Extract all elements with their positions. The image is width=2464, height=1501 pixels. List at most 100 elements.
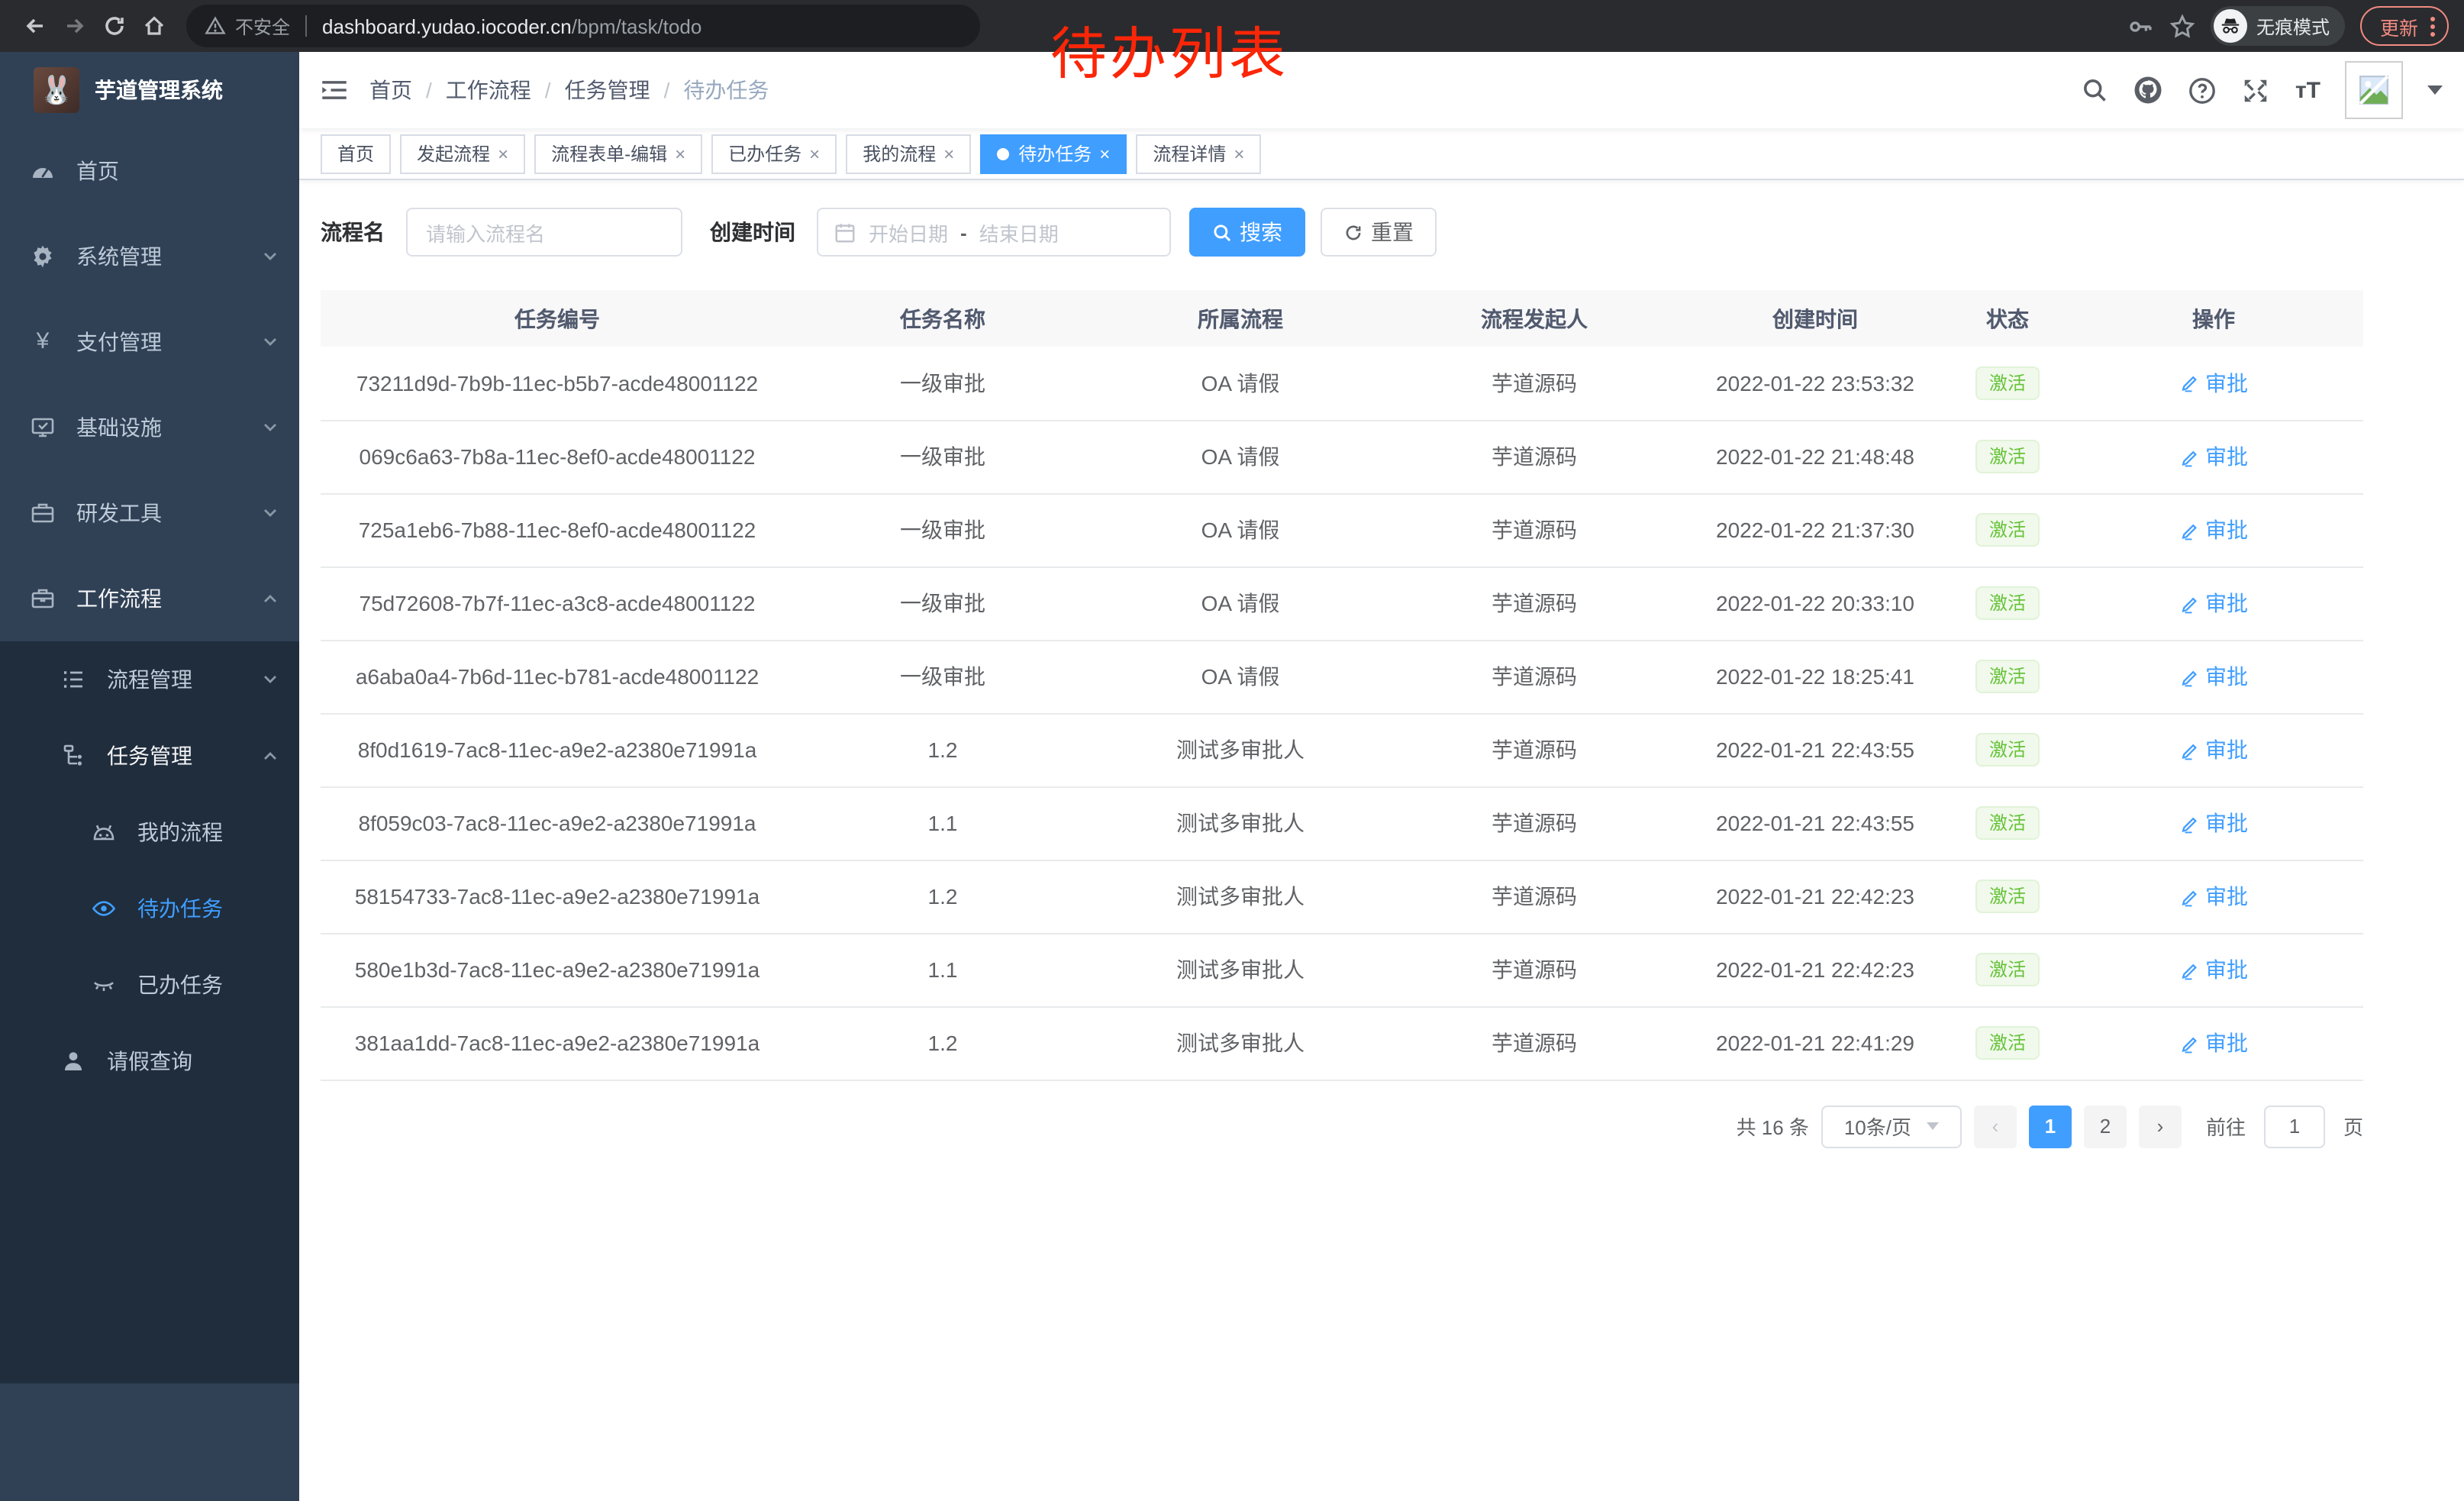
cell-process: OA 请假: [1092, 567, 1389, 640]
cell-initiator: 芋道源码: [1389, 493, 1679, 567]
table-row: 8f0d1619-7ac8-11ec-a9e2-a2380e71991a1.2测…: [321, 713, 2363, 786]
sidebar-item-home[interactable]: 首页: [0, 128, 299, 214]
app-logo: 🐰: [34, 67, 79, 113]
tab-close-icon[interactable]: ×: [1099, 143, 1110, 164]
cell-task-name: 一级审批: [794, 493, 1092, 567]
breadcrumb-item[interactable]: 任务管理: [565, 75, 650, 105]
closed-eye-icon: [92, 973, 116, 997]
approve-link[interactable]: 审批: [2179, 881, 2248, 912]
prev-page-button[interactable]: ‹: [1974, 1105, 2017, 1148]
approve-link[interactable]: 审批: [2179, 1028, 2248, 1058]
table-row: 580e1b3d-7ac8-11ec-a9e2-a2380e71991a1.1测…: [321, 933, 2363, 1006]
approve-link[interactable]: 审批: [2179, 368, 2248, 399]
search-icon[interactable]: [2082, 76, 2109, 104]
home-icon[interactable]: [134, 6, 174, 46]
sidebar-item-payment[interactable]: ¥ 支付管理: [0, 299, 299, 385]
tab-5[interactable]: 我的流程×: [846, 134, 971, 173]
cell-actions: 审批: [2064, 493, 2363, 567]
avatar[interactable]: [2345, 61, 2403, 119]
forward-icon[interactable]: [55, 6, 95, 46]
font-size-icon[interactable]: тT: [2295, 77, 2320, 103]
github-icon[interactable]: [2133, 75, 2164, 105]
status-badge: 激活: [1975, 953, 2040, 986]
tab-6[interactable]: 待办任务×: [980, 134, 1127, 173]
reload-icon[interactable]: [95, 6, 134, 46]
sidebar-item-done-tasks[interactable]: 已办任务: [0, 947, 299, 1023]
cell-status: 激活: [1951, 493, 2064, 567]
chevron-down-icon: [263, 249, 278, 264]
cell-task-id: a6aba0a4-7b6d-11ec-b781-acde48001122: [321, 640, 794, 713]
bookmark-star-icon[interactable]: [2169, 13, 2195, 39]
search-button[interactable]: 搜索: [1189, 208, 1305, 257]
page-button-2[interactable]: 2: [2084, 1105, 2127, 1148]
approve-link[interactable]: 审批: [2179, 954, 2248, 985]
sidebar-item-system[interactable]: 系统管理: [0, 214, 299, 299]
collapse-sidebar-icon[interactable]: [321, 76, 348, 104]
goto-page-input[interactable]: [2264, 1105, 2325, 1148]
start-date-placeholder: 开始日期: [869, 218, 948, 247]
update-button[interactable]: 更新: [2360, 6, 2449, 46]
cell-status: 激活: [1951, 860, 2064, 933]
content-area: 流程名 请输入流程名 创建时间 开始日期 - 结束日期 搜索: [299, 180, 2464, 1501]
tab-close-icon[interactable]: ×: [498, 143, 508, 164]
page-size-select[interactable]: 10条/页: [1821, 1105, 1962, 1148]
cell-initiator: 芋道源码: [1389, 420, 1679, 493]
approve-link-label: 审批: [2205, 588, 2248, 618]
approve-link[interactable]: 审批: [2179, 808, 2248, 838]
tab-close-icon[interactable]: ×: [1234, 143, 1244, 164]
tab-close-icon[interactable]: ×: [675, 143, 685, 164]
next-page-button[interactable]: ›: [2139, 1105, 2182, 1148]
list-icon: [61, 667, 85, 692]
browser-menu-icon[interactable]: [2430, 16, 2435, 36]
col-task-name: 任务名称: [794, 290, 1092, 347]
sidebar-item-label: 系统管理: [76, 241, 241, 272]
tab-close-icon[interactable]: ×: [943, 143, 954, 164]
cell-task-id: 8f0d1619-7ac8-11ec-a9e2-a2380e71991a: [321, 713, 794, 786]
incognito-label: 无痕模式: [2256, 13, 2330, 39]
sidebar-item-task-management[interactable]: 任务管理: [0, 718, 299, 794]
cell-actions: 审批: [2064, 786, 2363, 860]
sidebar-item-my-process[interactable]: 我的流程: [0, 794, 299, 870]
sidebar-item-devtools[interactable]: 研发工具: [0, 470, 299, 556]
approve-link[interactable]: 审批: [2179, 441, 2248, 472]
breadcrumb-item[interactable]: 工作流程: [446, 75, 531, 105]
sidebar-item-label: 已办任务: [137, 970, 278, 1000]
breadcrumb-separator: /: [545, 78, 551, 102]
tab-3[interactable]: 流程表单-编辑×: [534, 134, 702, 173]
page-button-1[interactable]: 1: [2029, 1105, 2072, 1148]
reset-button[interactable]: 重置: [1321, 208, 1437, 257]
tab-2[interactable]: 发起流程×: [400, 134, 525, 173]
status-badge: 激活: [1975, 880, 2040, 913]
approve-link[interactable]: 审批: [2179, 588, 2248, 618]
approve-link[interactable]: 审批: [2179, 661, 2248, 692]
back-icon[interactable]: [15, 6, 55, 46]
approve-link[interactable]: 审批: [2179, 734, 2248, 765]
sidebar-item-label: 流程管理: [107, 664, 241, 695]
sidebar-item-label: 请假查询: [107, 1046, 278, 1077]
address-bar[interactable]: 不安全 dashboard.yudao.iocoder.cn/bpm/task/…: [186, 5, 980, 47]
cell-create-time: 2022-01-22 21:48:48: [1679, 420, 1951, 493]
date-range-input[interactable]: 开始日期 - 结束日期: [817, 208, 1171, 257]
cell-create-time: 2022-01-21 22:41:29: [1679, 1006, 1951, 1080]
sidebar-item-workflow[interactable]: 工作流程: [0, 556, 299, 641]
tab-1[interactable]: 首页: [321, 134, 391, 173]
sidebar-item-infrastructure[interactable]: 基础设施: [0, 385, 299, 470]
table-row: 73211d9d-7b9b-11ec-b5b7-acde48001122一级审批…: [321, 347, 2363, 420]
tab-close-icon[interactable]: ×: [809, 143, 820, 164]
approve-link[interactable]: 审批: [2179, 515, 2248, 545]
key-icon[interactable]: [2128, 13, 2154, 39]
chevron-down-icon: [263, 420, 278, 435]
fullscreen-icon[interactable]: [2242, 76, 2271, 105]
tab-4[interactable]: 已办任务×: [711, 134, 837, 173]
breadcrumb-item[interactable]: 首页: [369, 75, 412, 105]
tab-7[interactable]: 流程详情×: [1136, 134, 1261, 173]
table-header-row: 任务编号 任务名称 所属流程 流程发起人 创建时间 状态 操作: [321, 290, 2363, 347]
sidebar-item-todo-tasks[interactable]: 待办任务: [0, 870, 299, 947]
sidebar-item-label: 基础设施: [76, 412, 241, 443]
sidebar-item-process-management[interactable]: 流程管理: [0, 641, 299, 718]
sidebar-item-leave-query[interactable]: 请假查询: [0, 1023, 299, 1099]
cell-process: OA 请假: [1092, 347, 1389, 420]
process-name-input[interactable]: 请输入流程名: [406, 208, 682, 257]
help-icon[interactable]: [2188, 76, 2217, 105]
avatar-caret-icon[interactable]: [2427, 86, 2443, 95]
